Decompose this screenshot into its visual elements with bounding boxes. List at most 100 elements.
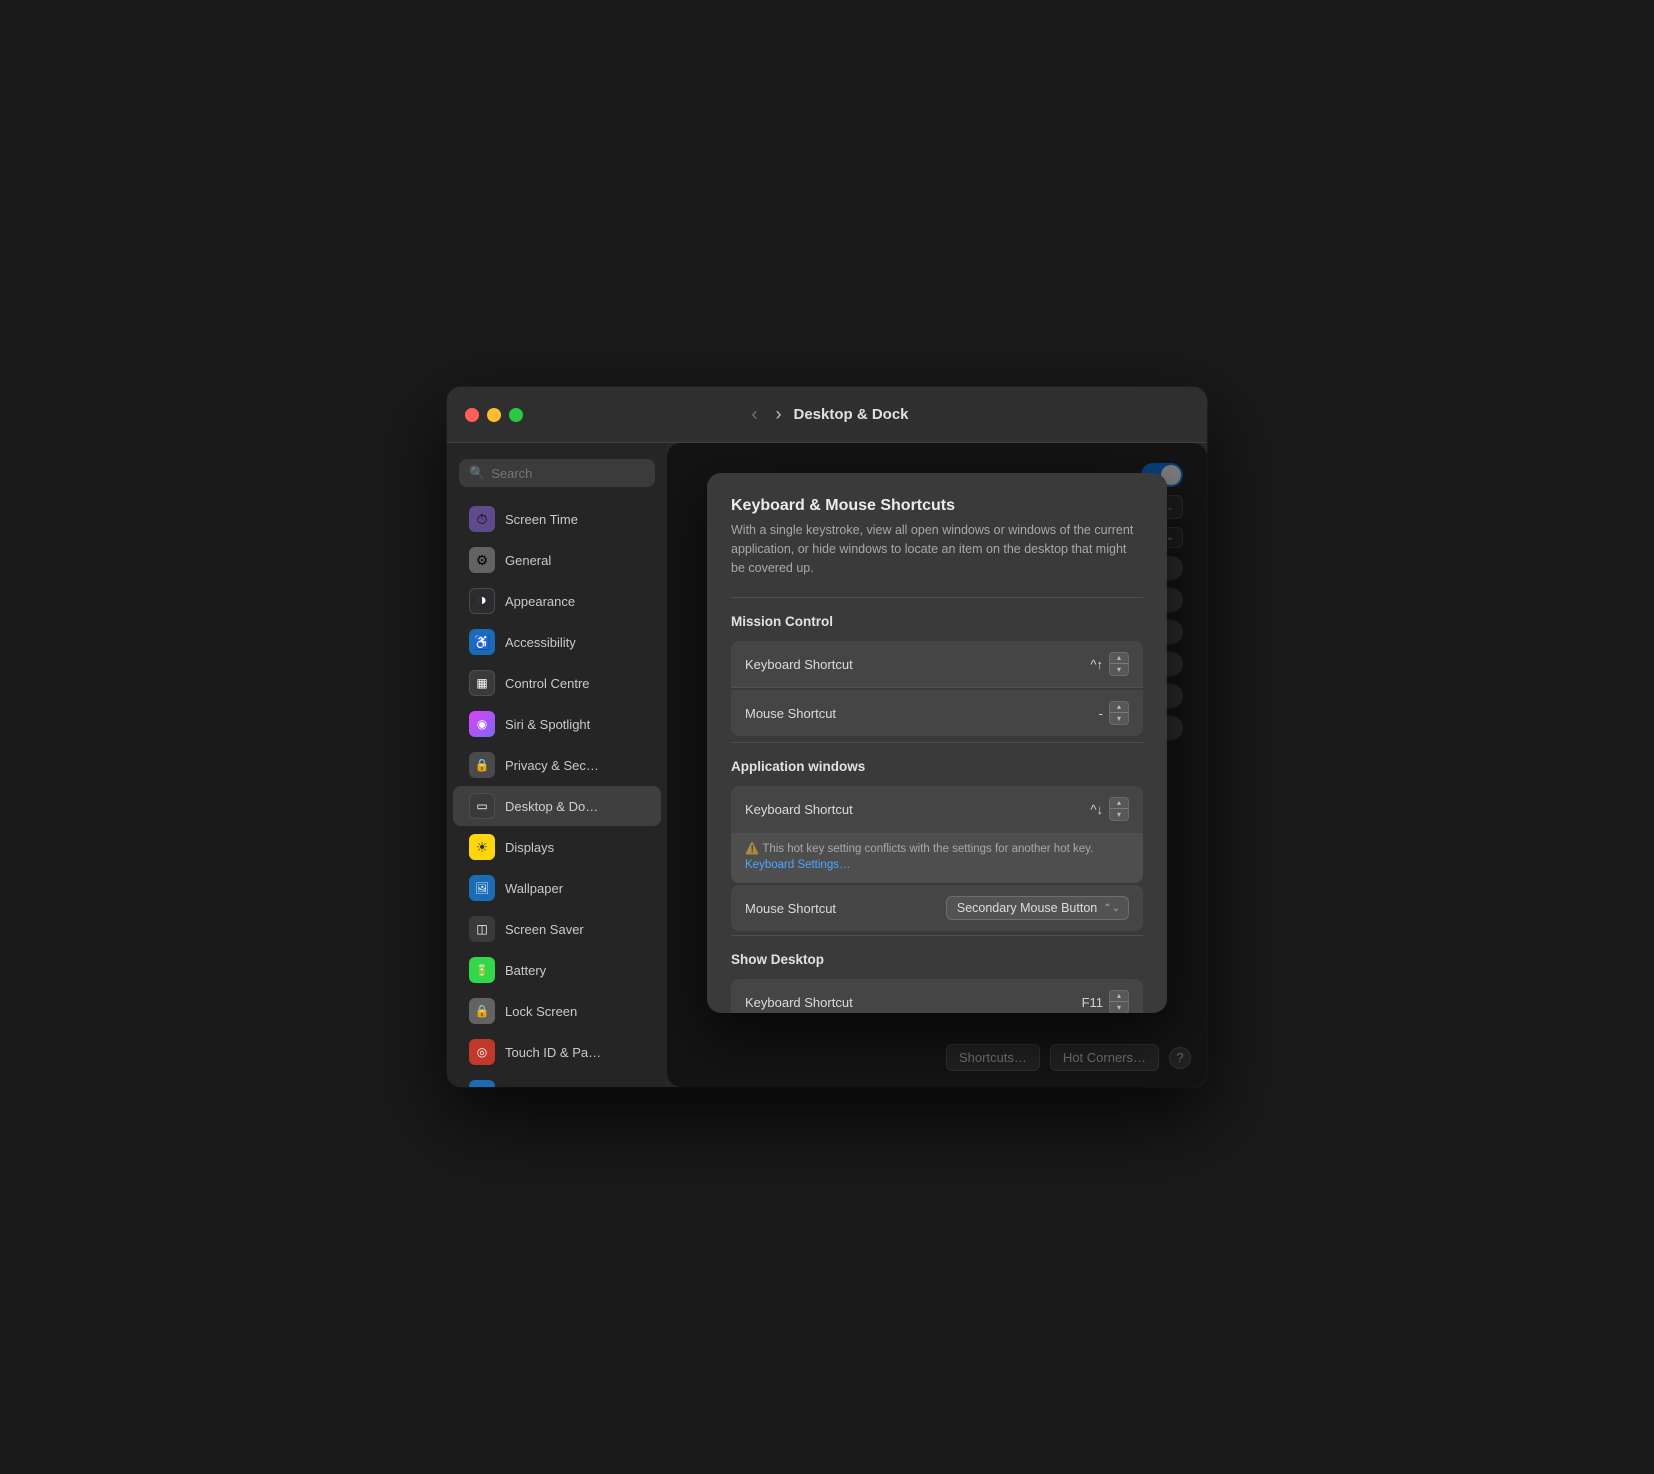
mc-mouse-key: -: [1099, 706, 1103, 721]
mission-control-mouse-row: Mouse Shortcut - ▴ ▾: [731, 690, 1143, 736]
aw-mouse-select-label: Secondary Mouse Button: [957, 901, 1097, 915]
displays-icon: ☀: [469, 834, 495, 860]
mc-keyboard-stepper-up[interactable]: ▴: [1110, 653, 1128, 664]
touch-id-icon: ◎: [469, 1039, 495, 1065]
sidebar-item-label: Touch ID & Pa…: [505, 1045, 601, 1060]
shortcuts-modal: Keyboard & Mouse Shortcuts With a single…: [707, 473, 1167, 1013]
sidebar-item-wallpaper[interactable]: 🖼 Wallpaper: [453, 868, 661, 908]
close-button[interactable]: [465, 408, 479, 422]
mc-keyboard-key: ^↑: [1090, 657, 1103, 672]
aw-keyboard-container: Keyboard Shortcut ^↓ ▴ ▾: [731, 786, 1143, 883]
sidebar-item-screen-saver[interactable]: ◫ Screen Saver: [453, 909, 661, 949]
desktop-dock-icon: ▭: [469, 793, 495, 819]
sidebar-item-battery[interactable]: 🔋 Battery: [453, 950, 661, 990]
sidebar-item-label: Lock Screen: [505, 1004, 577, 1019]
mission-control-rows: Keyboard Shortcut ^↑ ▴ ▾: [731, 641, 1143, 738]
minimize-button[interactable]: [487, 408, 501, 422]
sidebar-item-label: General: [505, 553, 551, 568]
battery-icon: 🔋: [469, 957, 495, 983]
sidebar-item-label: Appearance: [505, 594, 575, 609]
aw-mouse-select[interactable]: Secondary Mouse Button ⌃⌄: [946, 896, 1129, 920]
traffic-lights: [465, 408, 523, 422]
warning-message: This hot key setting conflicts with the …: [762, 843, 1093, 855]
sd-keyboard-stepper-up[interactable]: ▴: [1110, 991, 1128, 1002]
sidebar-item-appearance[interactable]: ◑ Appearance: [453, 581, 661, 621]
sidebar-item-displays[interactable]: ☀ Displays: [453, 827, 661, 867]
main-content: 🔍 ⏱ Screen Time ⚙ General ◑ Appearance ♿…: [447, 443, 1207, 1087]
mc-keyboard-label: Keyboard Shortcut: [745, 657, 853, 672]
screen-saver-icon: ◫: [469, 916, 495, 942]
show-desktop-keyboard-row: Keyboard Shortcut F11 ▴ ▾: [731, 979, 1143, 1013]
sidebar-item-users-groups[interactable]: 👥 Users & Grou…: [453, 1073, 661, 1087]
sidebar-item-touch-id[interactable]: ◎ Touch ID & Pa…: [453, 1032, 661, 1072]
main-window: ‹ › Desktop & Dock 🔍 ⏱ Screen Time ⚙ Gen…: [447, 387, 1207, 1087]
right-panel: Chrome.app ⌃⌄ Full Screen ⌃⌄ when you bn…: [667, 443, 1207, 1087]
sidebar-item-label: Siri & Spotlight: [505, 717, 590, 732]
sidebar-item-siri[interactable]: ◉ Siri & Spotlight: [453, 704, 661, 744]
mc-keyboard-value: ^↑ ▴ ▾: [1090, 652, 1129, 676]
sd-keyboard-stepper-down[interactable]: ▾: [1110, 1002, 1128, 1013]
general-icon: ⚙: [469, 547, 495, 573]
sd-keyboard-label: Keyboard Shortcut: [745, 995, 853, 1010]
aw-keyboard-label: Keyboard Shortcut: [745, 802, 853, 817]
show-desktop-rows: Keyboard Shortcut F11 ▴ ▾: [731, 979, 1143, 1013]
mc-mouse-stepper-up[interactable]: ▴: [1110, 702, 1128, 713]
app-windows-title: Application windows: [731, 759, 1143, 774]
sidebar-item-label: Control Centre: [505, 676, 590, 691]
mc-keyboard-stepper-down[interactable]: ▾: [1110, 664, 1128, 675]
sidebar-item-label: Accessibility: [505, 635, 576, 650]
sidebar-item-desktop-dock[interactable]: ▭ Desktop & Do…: [453, 786, 661, 826]
mc-mouse-value: - ▴ ▾: [1099, 701, 1129, 725]
sidebar-item-control-center[interactable]: ▦ Control Centre: [453, 663, 661, 703]
sd-keyboard-key: F11: [1082, 995, 1103, 1010]
title-bar: ‹ › Desktop & Dock: [447, 387, 1207, 443]
aw-mouse-value: Secondary Mouse Button ⌃⌄: [946, 896, 1129, 920]
keyboard-settings-link[interactable]: Keyboard Settings…: [745, 859, 850, 871]
sidebar-item-screen-time[interactable]: ⏱ Screen Time: [453, 499, 661, 539]
sidebar-item-privacy[interactable]: 🔒 Privacy & Sec…: [453, 745, 661, 785]
warning-icon: ⚠️: [745, 843, 759, 855]
modal-description: With a single keystroke, view all open w…: [731, 521, 1143, 577]
search-bar[interactable]: 🔍: [459, 459, 655, 487]
search-icon: 🔍: [469, 465, 485, 481]
sidebar: 🔍 ⏱ Screen Time ⚙ General ◑ Appearance ♿…: [447, 443, 667, 1087]
aw-keyboard-stepper[interactable]: ▴ ▾: [1109, 797, 1129, 821]
aw-keyboard-warning: ⚠️ This hot key setting conflicts with t…: [731, 833, 1143, 883]
aw-keyboard-key: ^↓: [1090, 802, 1103, 817]
sidebar-item-general[interactable]: ⚙ General: [453, 540, 661, 580]
mc-mouse-stepper[interactable]: ▴ ▾: [1109, 701, 1129, 725]
mc-mouse-stepper-down[interactable]: ▾: [1110, 713, 1128, 724]
show-desktop-title: Show Desktop: [731, 952, 1143, 967]
search-input[interactable]: [491, 466, 645, 481]
screen-time-icon: ⏱: [469, 506, 495, 532]
app-windows-keyboard-row: Keyboard Shortcut ^↓ ▴ ▾: [731, 786, 1143, 832]
sd-keyboard-stepper[interactable]: ▴ ▾: [1109, 990, 1129, 1013]
mc-keyboard-stepper[interactable]: ▴ ▾: [1109, 652, 1129, 676]
maximize-button[interactable]: [509, 408, 523, 422]
show-desktop-section: Show Desktop Keyboard Shortcut F11: [731, 935, 1143, 1013]
aw-keyboard-stepper-down[interactable]: ▾: [1110, 809, 1128, 820]
mission-control-section: Mission Control Keyboard Shortcut ^↑: [731, 597, 1143, 738]
sidebar-item-label: Privacy & Sec…: [505, 758, 599, 773]
sidebar-item-label: Screen Time: [505, 512, 578, 527]
appearance-icon: ◑: [469, 588, 495, 614]
sidebar-item-label: Wallpaper: [505, 881, 563, 896]
mission-control-title: Mission Control: [731, 614, 1143, 629]
lock-screen-icon: 🔒: [469, 998, 495, 1024]
modal-scroll-area[interactable]: Keyboard & Mouse Shortcuts With a single…: [707, 473, 1167, 1013]
mission-control-keyboard-row: Keyboard Shortcut ^↑ ▴ ▾: [731, 641, 1143, 688]
aw-keyboard-stepper-up[interactable]: ▴: [1110, 798, 1128, 809]
sidebar-item-lock-screen[interactable]: 🔒 Lock Screen: [453, 991, 661, 1031]
title-nav: ‹ › Desktop & Dock: [745, 400, 908, 429]
app-windows-mouse-row: Mouse Shortcut Secondary Mouse Button ⌃⌄: [731, 885, 1143, 931]
application-windows-section: Application windows Keyboard Shortcut ^↓: [731, 742, 1143, 931]
control-center-icon: ▦: [469, 670, 495, 696]
sidebar-item-accessibility[interactable]: ♿ Accessibility: [453, 622, 661, 662]
users-groups-icon: 👥: [469, 1080, 495, 1087]
modal-body: Keyboard & Mouse Shortcuts With a single…: [707, 473, 1167, 1013]
wallpaper-icon: 🖼: [469, 875, 495, 901]
back-arrow-icon[interactable]: ‹: [745, 400, 763, 429]
accessibility-icon: ♿: [469, 629, 495, 655]
modal-title: Keyboard & Mouse Shortcuts: [731, 497, 1143, 515]
forward-arrow-icon[interactable]: ›: [769, 400, 787, 429]
